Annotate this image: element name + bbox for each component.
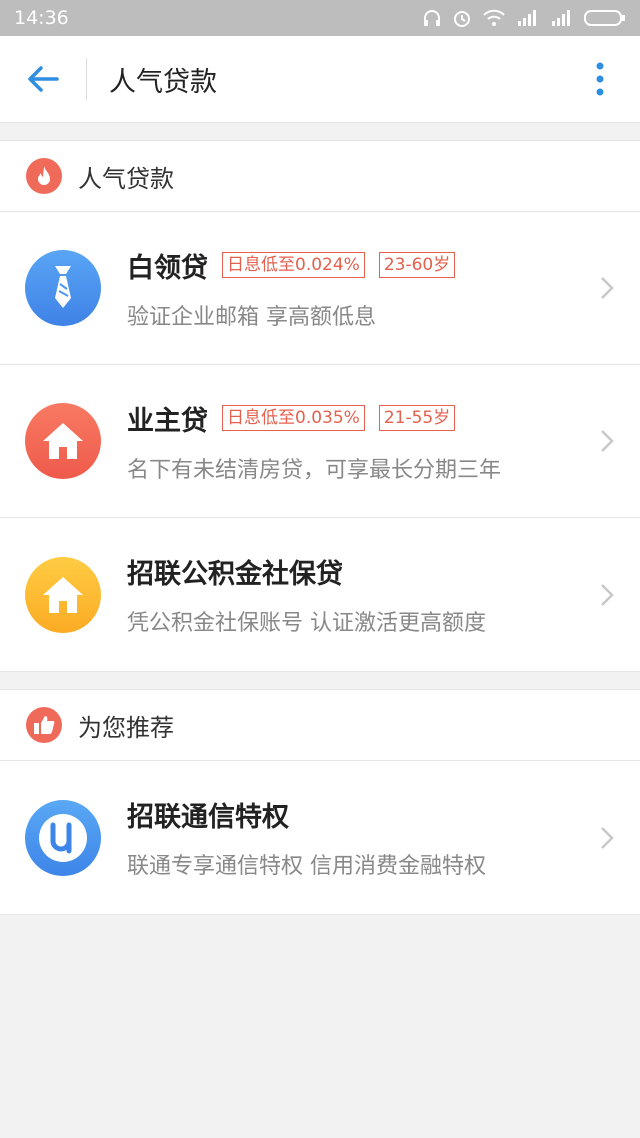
headphones-icon — [424, 10, 440, 26]
item-body: 业主贷 日息低至0.035% 21-55岁 名下有未结清房贷，可享最长分期三年 — [127, 399, 501, 484]
chevron-right-icon — [601, 430, 614, 452]
status-time: 14:36 — [14, 7, 69, 29]
alarm-icon — [454, 11, 470, 27]
back-button[interactable] — [0, 36, 86, 122]
loan-item-white-collar[interactable]: 白领贷 日息低至0.024% 23-60岁 验证企业邮箱 享高额低息 — [0, 212, 640, 365]
item-body: 招联公积金社保贷 凭公积金社保账号 认证激活更高额度 — [127, 552, 486, 637]
rate-tag: 日息低至0.035% — [222, 405, 365, 431]
age-tag: 21-55岁 — [378, 405, 456, 431]
item-description: 验证企业邮箱 享高额低息 — [127, 304, 376, 330]
app-bar-divider — [86, 58, 87, 100]
item-title-row: 招联通信特权 — [127, 795, 486, 834]
item-title-row: 白领贷 日息低至0.024% 23-60岁 — [127, 246, 456, 285]
section-header: 人气贷款 — [0, 141, 640, 212]
unicom-u-icon — [25, 799, 101, 876]
item-body: 白领贷 日息低至0.024% 23-60岁 验证企业邮箱 享高额低息 — [127, 246, 456, 331]
house-icon — [25, 556, 101, 633]
house-icon — [25, 403, 101, 479]
item-body: 招联通信特权 联通专享通信特权 信用消费金融特权 — [127, 795, 486, 880]
item-title: 招联通信特权 — [127, 802, 289, 833]
section-title: 为您推荐 — [78, 713, 174, 742]
flame-icon — [26, 158, 62, 194]
app-bar: 人气贷款 — [0, 36, 640, 123]
section-header: 为您推荐 — [0, 690, 640, 761]
section-title: 人气贷款 — [78, 164, 174, 193]
signal-icon-2 — [552, 10, 570, 26]
rate-tag: 日息低至0.024% — [222, 252, 365, 278]
item-title-row: 招联公积金社保贷 — [127, 552, 486, 591]
chevron-right-icon — [601, 277, 614, 299]
page-title: 人气贷款 — [109, 66, 217, 98]
recommend-item-unicom[interactable]: 招联通信特权 联通专享通信特权 信用消费金融特权 — [0, 761, 640, 914]
tie-icon — [25, 250, 101, 326]
section-popular-loans: 人气贷款 白领贷 日息低至0.024% 23-60岁 验证企业邮箱 享高额低息 … — [0, 140, 640, 672]
status-bar: 14:36 — [0, 0, 640, 36]
chevron-right-icon — [601, 583, 614, 606]
item-title: 白领贷 — [127, 252, 208, 284]
section-recommended: 为您推荐 招联通信特权 联通专享通信特权 信用消费金融特权 — [0, 689, 640, 915]
thumbs-up-icon — [26, 707, 62, 743]
signal-icon — [518, 10, 536, 26]
chevron-right-icon — [601, 826, 614, 849]
status-icons — [422, 8, 626, 28]
item-description: 联通专享通信特权 信用消费金融特权 — [127, 854, 486, 879]
more-vertical-icon — [596, 62, 604, 96]
item-title-row: 业主贷 日息低至0.035% 21-55岁 — [127, 399, 501, 438]
item-description: 凭公积金社保账号 认证激活更高额度 — [127, 611, 486, 636]
wifi-icon — [483, 9, 505, 26]
item-title: 招联公积金社保贷 — [127, 559, 343, 590]
age-tag: 23-60岁 — [378, 252, 456, 278]
more-menu-button[interactable] — [580, 58, 620, 100]
item-title: 业主贷 — [127, 405, 208, 437]
arrow-left-icon — [28, 66, 59, 92]
loan-item-homeowner[interactable]: 业主贷 日息低至0.035% 21-55岁 名下有未结清房贷，可享最长分期三年 — [0, 365, 640, 518]
item-description: 名下有未结清房贷，可享最长分期三年 — [127, 457, 502, 483]
battery-icon — [584, 10, 625, 26]
loan-item-provident-fund[interactable]: 招联公积金社保贷 凭公积金社保账号 认证激活更高额度 — [0, 518, 640, 671]
